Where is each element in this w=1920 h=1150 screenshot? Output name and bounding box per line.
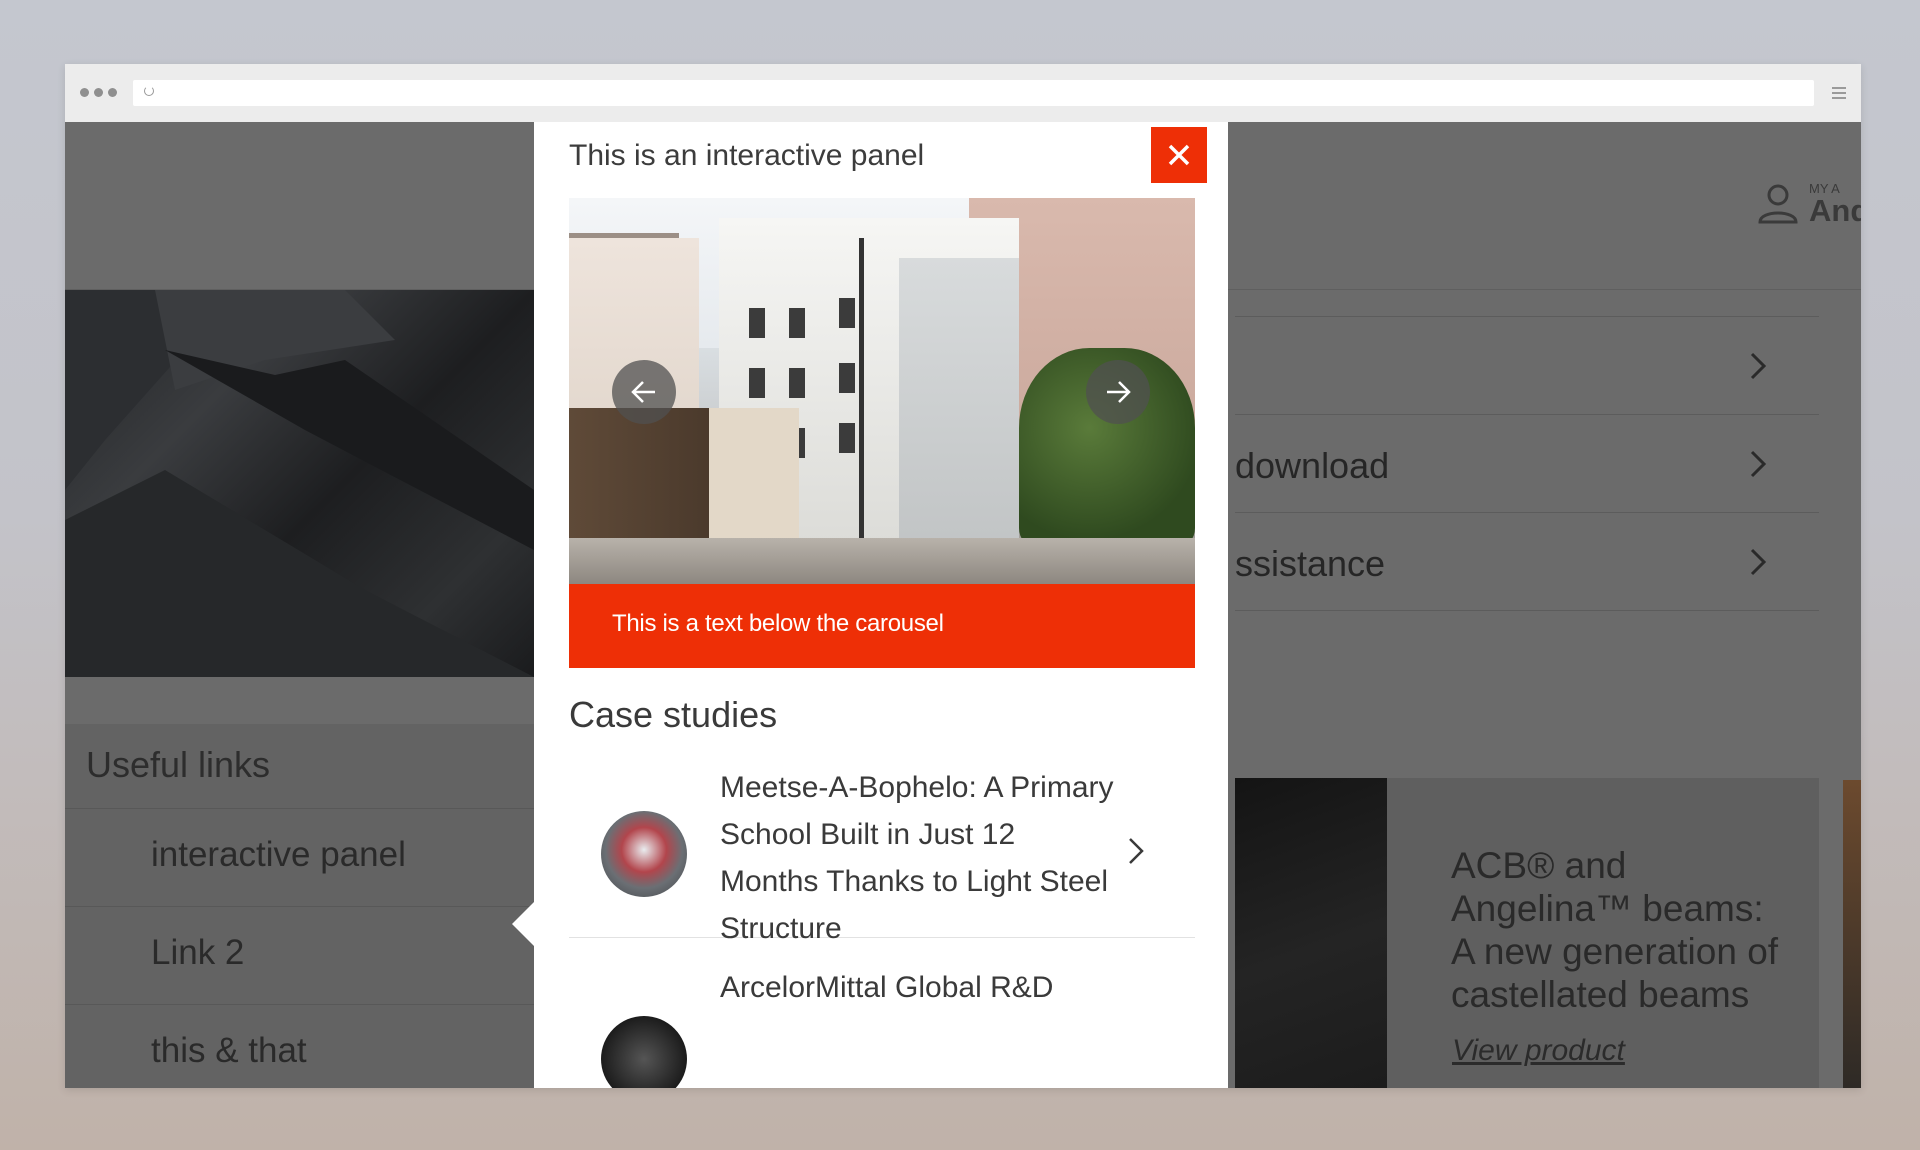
useful-link-interactive-panel[interactable]: interactive panel xyxy=(65,808,534,906)
browser-toolbar xyxy=(65,64,1861,122)
case-study-thumbnail xyxy=(601,1016,687,1088)
case-studies-list: Meetse-A-Bophelo: A Primary School Built… xyxy=(569,754,1195,1088)
address-bar[interactable] xyxy=(133,80,1814,106)
edge-image xyxy=(1843,780,1861,1088)
carousel-photo-street xyxy=(569,538,1195,584)
right-menu-list: download ssistance xyxy=(1235,316,1819,611)
useful-links-list: interactive panel Link 2 this & that xyxy=(65,808,534,1088)
useful-link-this-and-that[interactable]: this & that xyxy=(65,1004,534,1088)
chevron-right-icon xyxy=(1750,450,1767,478)
right-menu-item-assistance[interactable]: ssistance xyxy=(1235,512,1819,611)
useful-link-label: Link 2 xyxy=(151,933,245,972)
account-name: And xyxy=(1809,193,1861,228)
carousel-photo-facade xyxy=(899,258,1019,538)
feature-image xyxy=(1235,778,1387,1088)
interactive-panel: This is an interactive panel This is a t… xyxy=(534,122,1228,1088)
right-menu-item-download[interactable]: download xyxy=(1235,414,1819,512)
useful-link-label: interactive panel xyxy=(151,835,406,874)
view-product-link[interactable]: View product xyxy=(1452,1034,1625,1068)
arrow-left-icon xyxy=(631,381,655,403)
arrow-right-icon xyxy=(1107,381,1131,403)
menu-icon[interactable] xyxy=(1832,87,1846,99)
chevron-right-icon xyxy=(1750,548,1767,576)
useful-link-label: this & that xyxy=(151,1031,307,1070)
right-menu-label: ssistance xyxy=(1235,543,1386,584)
feature-title: ACB® and Angelina™ beams: A new generati… xyxy=(1451,845,1779,1015)
panel-pointer-arrow xyxy=(512,902,534,946)
right-menu-item-1[interactable] xyxy=(1235,316,1819,414)
right-menu-label: download xyxy=(1235,445,1390,486)
carousel-caption-bar: This is a text below the carousel xyxy=(569,584,1195,668)
browser-window: MY A And Useful links interactive panel … xyxy=(65,64,1861,1088)
case-study-title: ArcelorMittal Global R&D xyxy=(720,971,1054,1004)
case-study-thumbnail xyxy=(601,811,687,897)
panel-title: This is an interactive panel xyxy=(569,139,925,172)
image-carousel[interactable] xyxy=(569,198,1195,584)
close-icon xyxy=(1168,144,1190,166)
chevron-right-icon xyxy=(1750,352,1767,380)
case-study-title: Meetse-A-Bophelo: A Primary School Built… xyxy=(720,771,1114,945)
case-study-item[interactable]: Meetse-A-Bophelo: A Primary School Built… xyxy=(569,754,1195,945)
carousel-caption: This is a text below the carousel xyxy=(612,610,944,637)
reload-icon[interactable] xyxy=(144,86,154,96)
useful-links-title: Useful links xyxy=(86,744,271,785)
case-studies-heading: Case studies xyxy=(569,694,778,735)
case-study-item[interactable]: ArcelorMittal Global R&D xyxy=(569,938,1195,1088)
useful-link-2[interactable]: Link 2 xyxy=(65,906,534,1004)
carousel-prev-button[interactable] xyxy=(612,360,676,424)
chevron-right-icon xyxy=(1129,838,1144,864)
carousel-next-button[interactable] xyxy=(1086,360,1150,424)
useful-links-section: Useful links interactive panel Link 2 th… xyxy=(65,724,534,1088)
hero-image xyxy=(65,290,534,677)
close-button[interactable] xyxy=(1151,127,1207,183)
account-link[interactable]: MY A And xyxy=(1757,182,1861,226)
user-icon xyxy=(1758,184,1798,224)
window-controls[interactable] xyxy=(80,88,117,97)
carousel-photo-lamp xyxy=(859,238,864,548)
